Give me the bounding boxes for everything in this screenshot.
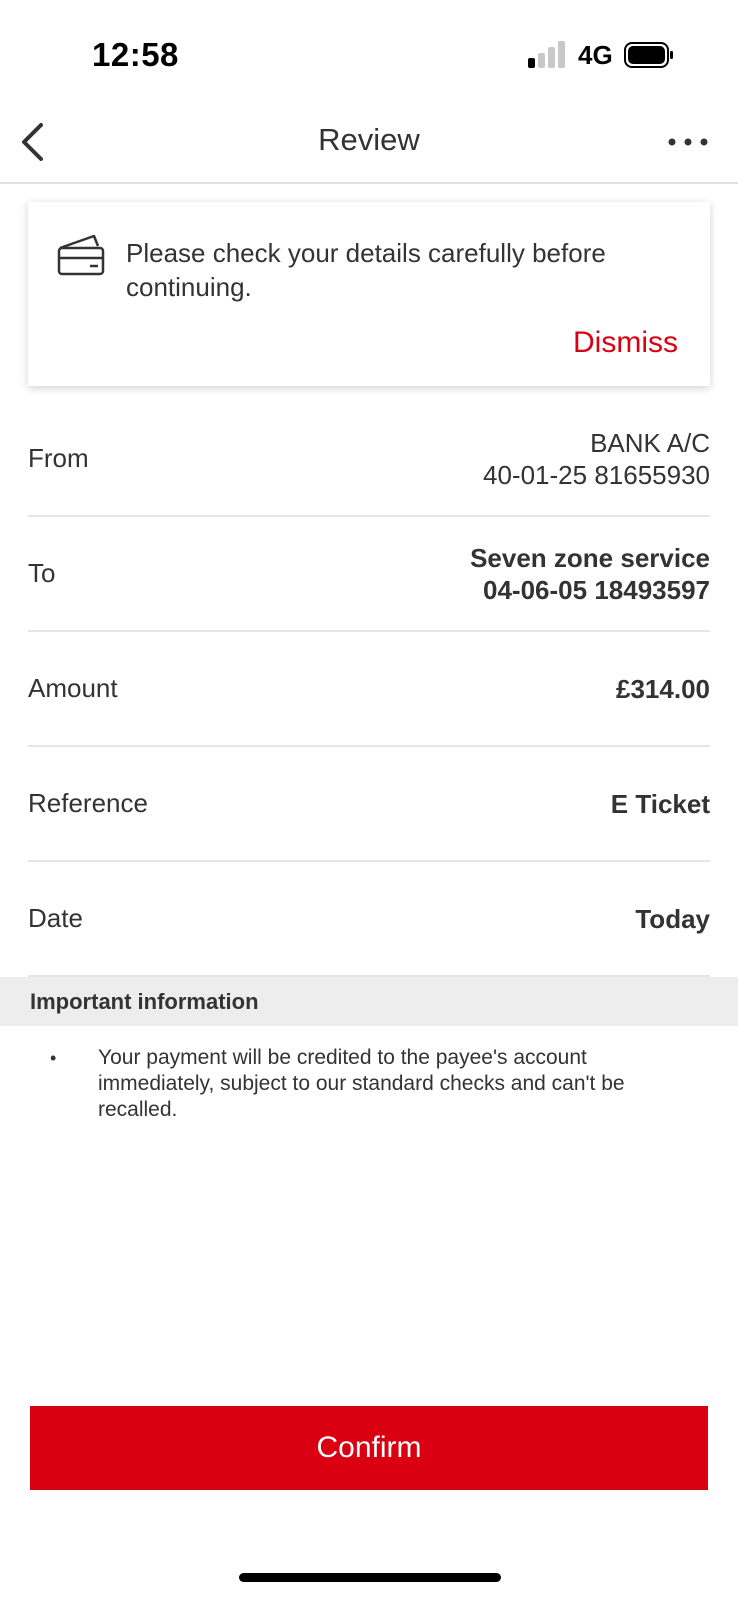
payee-name: Seven zone service <box>470 542 710 573</box>
from-account-name: BANK A/C <box>590 427 710 458</box>
notice-message: Please check your details carefully befo… <box>126 238 606 302</box>
detail-row-reference: Reference E Ticket <box>28 747 710 862</box>
detail-row-to: To Seven zone service 04-06-05 18493597 <box>28 517 710 632</box>
status-time: 12:58 <box>92 36 179 73</box>
from-account-number: 40-01-25 81655930 <box>483 459 710 490</box>
navigation-bar: Review <box>0 100 738 184</box>
to-label: To <box>28 558 56 588</box>
page-title: Review <box>318 122 420 157</box>
to-value: Seven zone service 04-06-05 18493597 <box>470 542 710 606</box>
bullet: • <box>50 1048 57 1068</box>
reference-label: Reference <box>28 788 148 818</box>
detail-row-amount: Amount £314.00 <box>28 632 710 747</box>
important-info-header: Important information <box>0 977 738 1026</box>
home-indicator <box>239 1573 501 1582</box>
network-type: 4G <box>578 40 613 70</box>
more-options-button[interactable] <box>664 124 712 160</box>
important-info-text: Your payment will be credited to the pay… <box>98 1046 625 1121</box>
date-value: Today <box>635 903 710 934</box>
status-bar: 12:58 4G <box>0 0 738 100</box>
from-label: From <box>28 443 89 473</box>
dismiss-button[interactable]: Dismiss <box>573 326 678 360</box>
battery-icon <box>624 42 673 68</box>
amount-value: £314.00 <box>616 673 710 704</box>
confirm-button[interactable]: Confirm <box>30 1406 708 1490</box>
signal-strength-icon <box>528 40 566 68</box>
reference-value: E Ticket <box>610 788 710 819</box>
date-label: Date <box>28 903 83 933</box>
important-info-list: • Your payment will be credited to the p… <box>50 1045 690 1123</box>
payment-details: From BANK A/C 40-01-25 81655930 To Seven… <box>28 402 710 977</box>
notice-card: Please check your details carefully befo… <box>28 202 710 386</box>
amount-label: Amount <box>28 673 118 703</box>
detail-row-from: From BANK A/C 40-01-25 81655930 <box>28 402 710 517</box>
more-horizontal-icon <box>668 138 708 146</box>
review-screen: 12:58 4G Review Please check your detail… <box>0 0 738 1600</box>
payee-account-number: 04-06-05 18493597 <box>483 574 710 605</box>
card-icon <box>57 234 105 276</box>
list-item: • Your payment will be credited to the p… <box>50 1045 690 1123</box>
important-info-title: Important information <box>30 989 259 1014</box>
detail-row-date: Date Today <box>28 862 710 977</box>
from-value: BANK A/C 40-01-25 81655930 <box>483 427 710 491</box>
